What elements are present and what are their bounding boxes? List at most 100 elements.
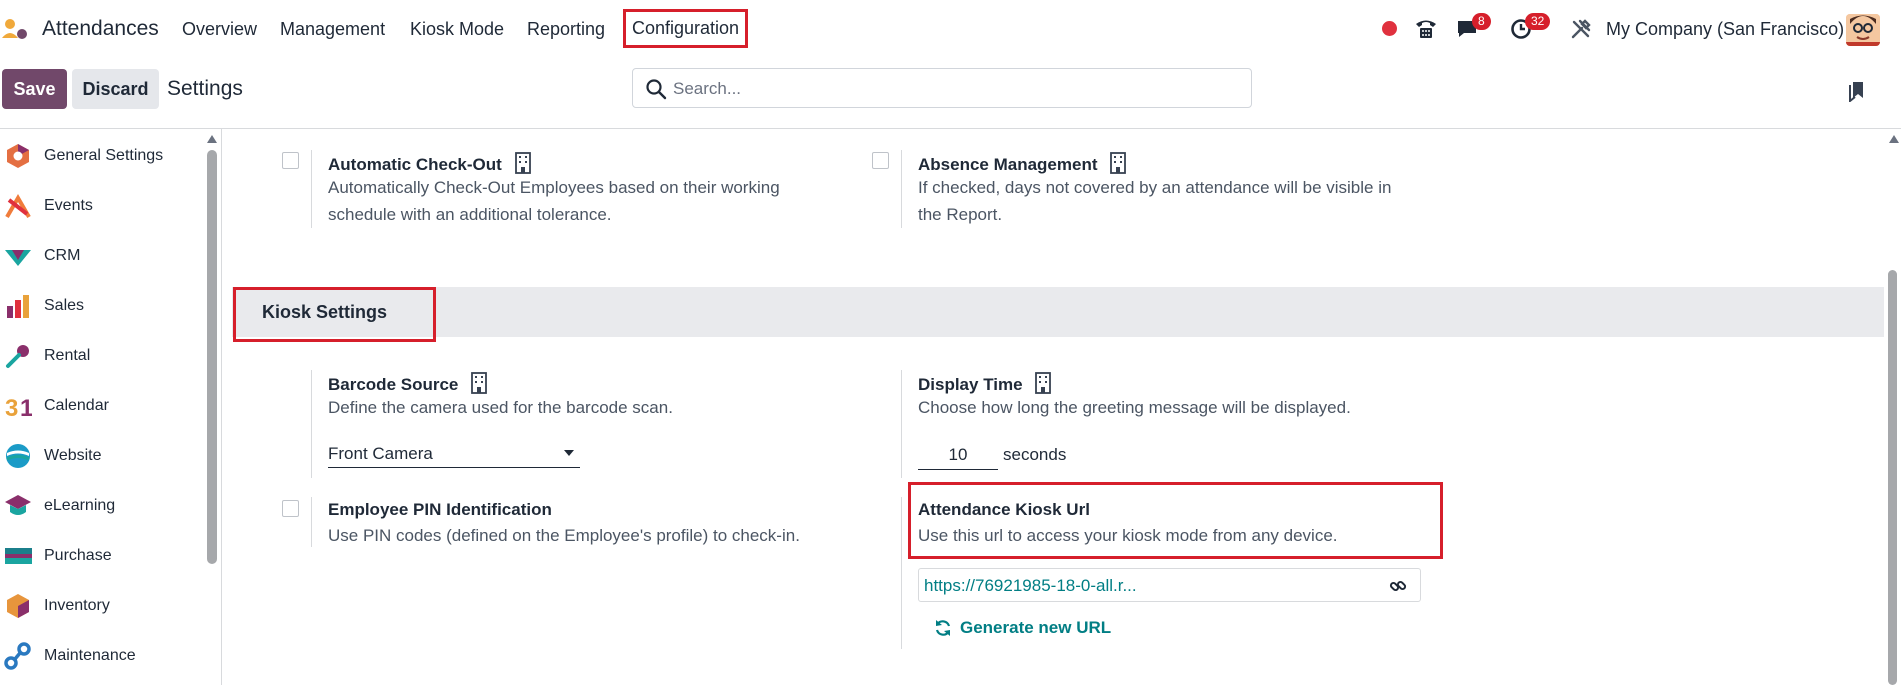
main-scroll-up-icon[interactable] [1888,134,1900,144]
sidebar-scrollbar-thumb[interactable] [207,150,217,564]
search-input[interactable] [673,77,1233,101]
sidebar-item-calendar[interactable]: 3 1 Calendar [0,386,200,426]
display-time-input[interactable] [918,440,998,470]
barcode-source-title: Barcode Source [328,372,488,395]
phone-icon[interactable] [1414,18,1438,40]
setting-divider [901,150,902,228]
sidebar-item-label: Calendar [44,397,109,414]
sidebar-item-maintenance[interactable]: Maintenance [0,636,200,676]
absence-management-checkbox[interactable] [872,152,889,169]
auto-checkout-title: Automatic Check-Out [328,152,531,175]
kiosk-url-field[interactable]: https://76921985-18-0-all.r... [918,568,1421,602]
desc-line: schedule with an additional tolerance. [328,205,612,224]
auto-checkout-title-text: Automatic Check-Out [328,155,502,174]
sidebar-item-sales[interactable]: Sales [0,286,200,326]
display-time-unit: seconds [1003,445,1067,464]
barcode-source-select[interactable]: Front Camera [328,440,580,468]
page-title: Settings [167,77,243,100]
maintenance-icon [4,642,31,670]
sidebar-item-rental[interactable]: Rental [0,336,200,376]
absence-title-text: Absence Management [918,155,1098,174]
recording-dot-icon[interactable] [1382,21,1397,36]
website-icon [6,444,30,468]
sidebar-item-label: Events [44,197,93,214]
sidebar-item-label: General Settings [44,147,164,164]
events-icon [5,194,31,219]
menu-reporting[interactable]: Reporting [527,19,605,40]
activities-badge: 32 [1525,13,1551,30]
company-switcher[interactable]: My Company (San Francisco) [1606,19,1844,40]
app-name[interactable]: Attendances [42,17,159,41]
generate-new-url-button[interactable]: Generate new URL [934,618,1111,638]
menu-overview[interactable]: Overview [182,19,257,40]
absence-management-title: Absence Management [918,152,1127,175]
attendances-app-icon[interactable] [2,18,30,42]
rental-icon [6,345,29,368]
desc-line: Automatically Check-Out Employees based … [328,178,780,197]
menu-kiosk-mode[interactable]: Kiosk Mode [410,19,504,40]
tools-icon[interactable] [1570,18,1592,40]
sidebar-item-general-settings[interactable]: General Settings [0,136,200,176]
copy-link-icon[interactable] [1389,577,1407,595]
employee-pin-desc: Use PIN codes (defined on the Employee's… [328,526,800,545]
barcode-source-desc: Define the camera used for the barcode s… [328,398,673,417]
auto-checkout-desc: Automatically Check-Out Employees based … [328,174,780,228]
elearning-icon [5,495,31,515]
crm-icon [5,250,31,266]
highlight-box-kiosk-url [908,482,1443,559]
discard-button[interactable]: Discard [72,69,159,109]
menu-management[interactable]: Management [280,19,385,40]
generate-new-url-label: Generate new URL [960,618,1112,637]
inventory-icon [7,594,29,618]
employee-pin-title: Employee PIN Identification [328,500,552,519]
company-building-icon [1035,372,1052,394]
sidebar-item-website[interactable]: Website [0,436,200,476]
main-scrollbar-thumb[interactable] [1888,270,1897,685]
sidebar-item-purchase[interactable]: Purchase [0,536,200,576]
setting-divider [901,370,902,478]
save-button[interactable]: Save [2,69,67,109]
toolbar-divider [0,128,1901,129]
sidebar-item-label: Purchase [44,547,112,564]
absence-management-desc: If checked, days not covered by an atten… [918,174,1391,228]
barcode-title-text: Barcode Source [328,375,459,394]
settings-sidebar: General Settings Events CRM Sales Rental [0,129,203,685]
user-avatar[interactable] [1846,14,1880,46]
company-building-icon [471,372,488,394]
avatar-face-icon [1846,14,1880,46]
menu-configuration[interactable]: Configuration [623,9,749,48]
kiosk-url-value[interactable]: https://76921985-18-0-all.r... [924,576,1137,596]
bookmark-icon[interactable] [1847,80,1867,102]
employee-pin-checkbox[interactable] [282,500,299,517]
sidebar-item-inventory[interactable]: Inventory [0,586,200,626]
purchase-icon [5,548,32,564]
desc-line: If checked, days not covered by an atten… [918,178,1392,197]
sidebar-item-label: Website [44,447,102,464]
auto-checkout-checkbox[interactable] [282,152,299,169]
desc-line: the Report. [918,205,1003,224]
company-building-icon [1110,152,1127,174]
highlight-box-kiosk-settings [233,287,436,342]
caret-down-icon [564,450,574,456]
sidebar-item-elearning[interactable]: eLearning [0,486,200,526]
sidebar-item-label: Inventory [44,597,110,614]
sidebar-item-events[interactable]: Events [0,186,200,226]
display-time-desc: Choose how long the greeting message wil… [918,398,1351,417]
calendar-icon: 3 1 [5,395,32,420]
setting-divider [311,497,312,547]
sidebar-item-label: Maintenance [44,647,136,664]
setting-divider [311,150,312,228]
sidebar-item-crm[interactable]: CRM [0,236,200,276]
svg-text:3: 3 [5,395,18,420]
sales-icon [7,295,29,318]
search-icon [646,79,667,100]
sidebar-item-label: Rental [44,347,91,364]
sidebar-scroll-up-icon[interactable] [206,134,218,144]
search-box[interactable] [632,68,1252,108]
sidebar-item-label: Sales [44,297,85,314]
general-settings-icon [7,144,29,168]
display-time-title-text: Display Time [918,375,1023,394]
company-building-icon [514,152,531,174]
setting-divider [901,497,902,649]
sidebar-divider [221,129,222,685]
